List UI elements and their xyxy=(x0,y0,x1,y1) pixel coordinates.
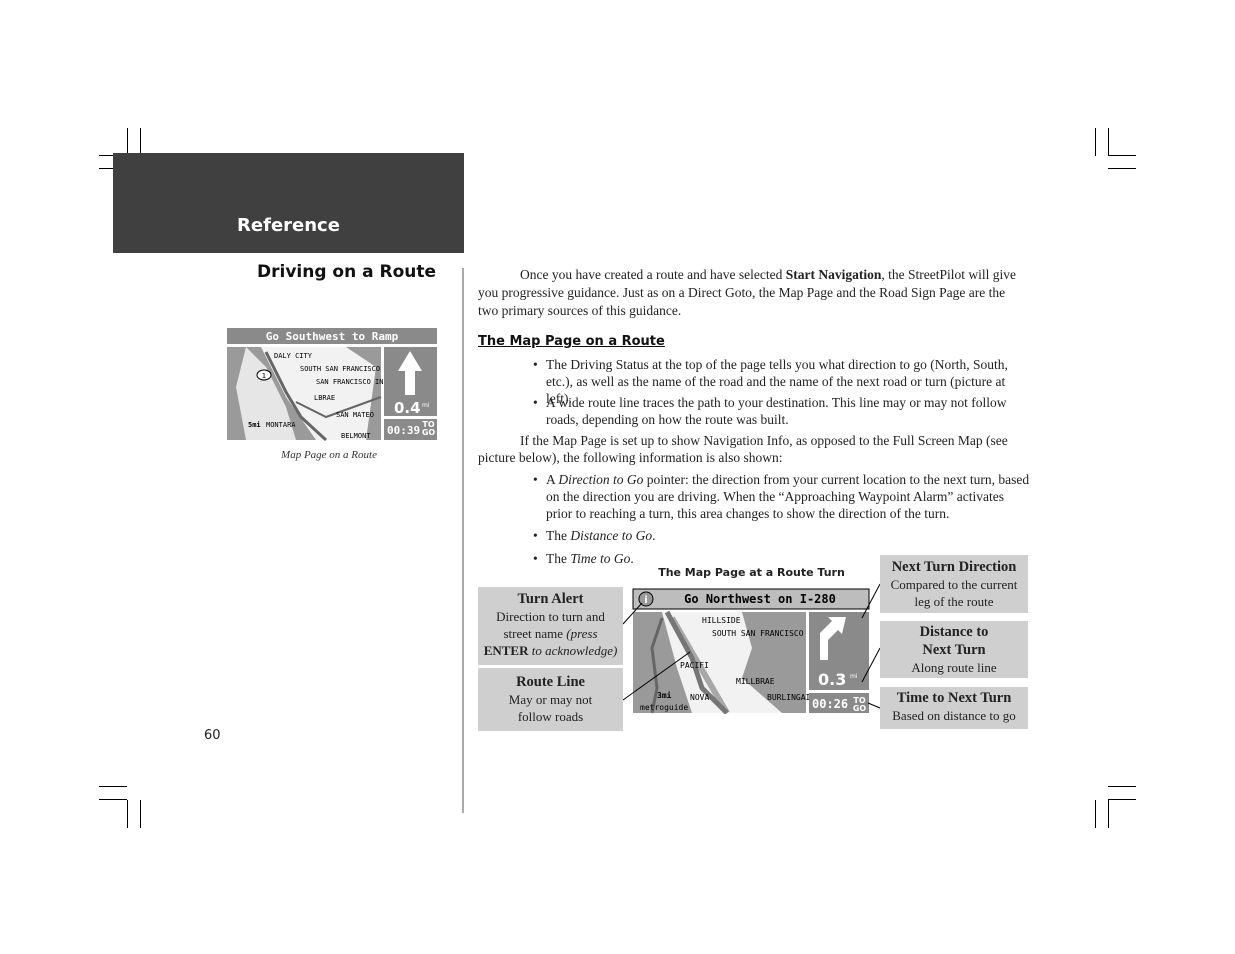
bullet-item: A wide route line traces the path to you… xyxy=(533,394,1021,428)
svg-text:00:39: 00:39 xyxy=(387,424,420,437)
callout-route-line: Route Line May or may not follow roads xyxy=(478,668,623,731)
crop-mark xyxy=(1108,799,1136,800)
intro-paragraph: Once you have created a route and have s… xyxy=(478,267,1016,318)
svg-text:0.4: 0.4 xyxy=(394,399,421,417)
svg-text:5mi: 5mi xyxy=(248,421,261,429)
figure-caption: Map Page on a Route xyxy=(281,449,377,461)
svg-text:MONTARA: MONTARA xyxy=(266,421,296,429)
bullet-item: A Direction to Go pointer: the direction… xyxy=(533,471,1030,522)
svg-text:LBRAE: LBRAE xyxy=(314,394,335,402)
bullet-item: The Distance to Go. xyxy=(533,527,655,544)
svg-text:SAN MATEO: SAN MATEO xyxy=(336,411,374,419)
crop-mark xyxy=(99,786,127,787)
crop-mark xyxy=(127,800,128,828)
crop-mark xyxy=(127,128,128,156)
svg-text:BELMONT: BELMONT xyxy=(341,432,371,440)
svg-text:SAN FRANCISCO IN: SAN FRANCISCO IN xyxy=(316,378,383,386)
crop-mark xyxy=(1095,128,1096,156)
callout-turn-alert: Turn Alert Direction to turn and street … xyxy=(478,587,623,665)
section-header-band xyxy=(113,153,464,253)
section-title: Reference xyxy=(237,215,340,236)
crop-mark xyxy=(99,799,127,800)
manual-page: Reference Driving on a Route Go Southwes… xyxy=(0,0,1235,954)
crop-mark xyxy=(1108,800,1109,828)
page-number: 60 xyxy=(204,728,221,743)
svg-text:mi: mi xyxy=(422,402,430,409)
column-divider xyxy=(462,268,464,813)
crop-mark xyxy=(1108,155,1136,156)
svg-text:SOUTH SAN FRANCISCO: SOUTH SAN FRANCISCO xyxy=(300,365,380,373)
crop-mark xyxy=(1108,786,1136,787)
crop-mark xyxy=(1095,800,1096,828)
page-title: Driving on a Route xyxy=(257,262,437,282)
map-banner: Go Southwest to Ramp xyxy=(266,330,399,343)
map-page-screenshot: Go Southwest to Ramp 1 DALY CITY SOUTH S… xyxy=(226,327,438,441)
callout-distance: Distance to Next Turn Along route line xyxy=(880,621,1028,678)
crop-mark xyxy=(1108,168,1136,169)
subheading: The Map Page on a Route xyxy=(478,334,665,349)
crop-mark xyxy=(140,800,141,828)
paragraph: If the Map Page is set up to show Naviga… xyxy=(478,433,1008,465)
callout-next-turn-direction: Next Turn Direction Compared to the curr… xyxy=(880,555,1028,613)
time-unit-label: TO GO xyxy=(421,420,436,437)
crop-mark xyxy=(140,128,141,156)
svg-text:DALY CITY: DALY CITY xyxy=(274,352,313,360)
callout-time: Time to Next Turn Based on distance to g… xyxy=(880,687,1028,729)
svg-text:1: 1 xyxy=(262,372,266,380)
crop-mark xyxy=(1108,128,1109,156)
callout-leader-lines xyxy=(622,583,881,709)
